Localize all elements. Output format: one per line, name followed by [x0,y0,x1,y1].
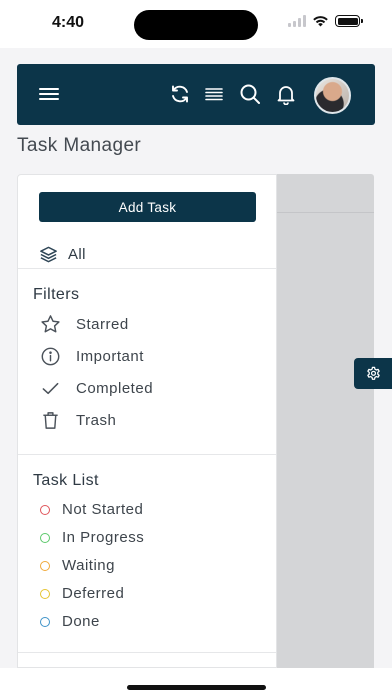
check-icon [42,382,58,394]
task-list-item-deferred[interactable]: Deferred [40,585,124,602]
task-list-item-not-started[interactable]: Not Started [40,501,143,518]
gear-icon [366,366,380,380]
list-lines-icon[interactable] [203,83,225,105]
task-list-item-done[interactable]: Done [40,613,100,630]
top-navigation-bar [17,64,375,125]
filter-item-label: Starred [76,315,129,333]
bell-icon[interactable] [275,83,297,105]
content-panel [276,174,374,668]
filter-item-label: Completed [76,379,154,397]
hamburger-menu-icon[interactable] [38,83,60,105]
filters-heading: Filters [33,286,80,303]
content-panel-divider [276,212,374,213]
cellular-signal-icon [288,15,306,27]
sidebar-item-all[interactable]: All [39,245,86,264]
info-icon [41,347,59,365]
status-dot [40,504,50,515]
status-time: 4:40 [52,14,85,31]
task-list-item-label: In Progress [62,529,145,546]
user-avatar[interactable] [314,77,351,114]
home-indicator-area [0,668,392,696]
sidebar-divider [18,454,276,455]
page-title: Task Manager [17,135,142,156]
sidebar: Add Task All Filters Starred Important C… [17,174,277,668]
filter-item-label: Important [76,347,144,365]
status-dot [40,588,50,599]
status-icons [288,15,363,27]
filter-item-trash[interactable]: Trash [39,409,116,431]
task-list-item-label: Not Started [62,501,144,518]
task-list-item-label: Done [62,613,100,630]
filter-item-important[interactable]: Important [39,345,144,367]
filter-item-completed[interactable]: Completed [39,377,153,399]
sidebar-divider [18,652,276,653]
sidebar-item-all-label: All [68,246,86,263]
star-icon [40,314,60,332]
add-task-button[interactable]: Add Task [39,192,256,222]
layers-icon [40,246,57,263]
task-list-item-label: Deferred [62,585,125,602]
task-list-item-waiting[interactable]: Waiting [40,557,115,574]
status-bar: 4:40 [0,0,392,48]
battery-icon [335,15,363,27]
home-indicator[interactable] [127,685,266,690]
filter-item-starred[interactable]: Starred [39,313,129,335]
status-dot [40,560,50,571]
task-list-item-in-progress[interactable]: In Progress [40,529,144,546]
status-dot [40,616,50,627]
task-list-item-label: Waiting [62,557,115,574]
wifi-icon [313,16,328,27]
search-icon[interactable] [239,83,261,105]
task-list-heading: Task List [33,472,99,489]
filter-item-label: Trash [76,411,117,429]
settings-tab-button[interactable] [354,358,392,389]
dynamic-island [134,10,258,40]
sidebar-divider [18,268,276,269]
trash-icon [42,411,58,429]
refresh-icon[interactable] [169,83,191,105]
status-dot [40,532,50,543]
